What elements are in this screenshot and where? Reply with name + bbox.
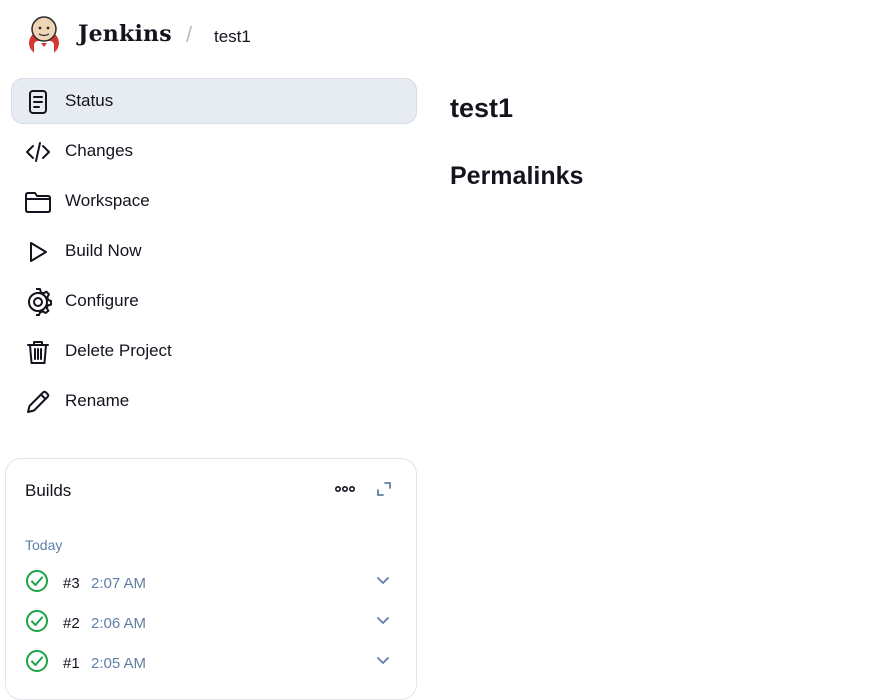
- sidebar-item-label: Workspace: [65, 191, 150, 210]
- page-title: test1: [450, 93, 514, 123]
- sidebar-item-label: Changes: [65, 141, 134, 160]
- build-row[interactable]: #2 2:06 AM: [6, 609, 416, 643]
- build-row[interactable]: #3 2:07 AM: [6, 569, 416, 603]
- trash-icon: [27, 341, 49, 364]
- sidebar-item-label: Build Now: [65, 241, 142, 260]
- expand-icon[interactable]: [376, 481, 392, 497]
- jenkins-logo-icon[interactable]: [26, 13, 62, 57]
- sidebar-item-label: Delete Project: [65, 341, 172, 360]
- build-time[interactable]: 2:05 AM: [91, 655, 146, 672]
- build-time[interactable]: 2:06 AM: [91, 615, 146, 632]
- app-brand[interactable]: Jenkins: [78, 21, 172, 47]
- chevron-down-icon[interactable]: [376, 653, 390, 667]
- sidebar-item-changes[interactable]: Changes: [11, 128, 417, 174]
- build-time[interactable]: 2:07 AM: [91, 575, 146, 592]
- code-icon: [26, 142, 50, 162]
- sidebar-item-status[interactable]: Status: [11, 78, 417, 124]
- pencil-icon: [27, 390, 50, 413]
- chevron-down-icon[interactable]: [376, 573, 390, 587]
- sidebar-item-label: Status: [65, 91, 114, 110]
- sidebar-item-rename[interactable]: Rename: [11, 378, 417, 424]
- sidebar-item-label: Rename: [65, 391, 130, 410]
- chevron-down-icon[interactable]: [376, 613, 390, 627]
- builds-group-label: Today: [25, 537, 63, 553]
- success-check-icon: [26, 650, 48, 672]
- play-icon: [30, 242, 47, 262]
- sidebar-item-delete-project[interactable]: Delete Project: [11, 328, 417, 374]
- folder-icon: [25, 192, 51, 213]
- page-header: Jenkins / test1: [0, 0, 879, 72]
- build-number[interactable]: #1: [63, 655, 80, 672]
- breadcrumb-separator: /: [186, 22, 193, 47]
- sidebar-item-workspace[interactable]: Workspace: [11, 178, 417, 224]
- success-check-icon: [26, 610, 48, 632]
- document-icon: [29, 90, 47, 114]
- sidebar: Status Changes Workspace Build Now Confi…: [11, 78, 417, 428]
- breadcrumb-item-test1[interactable]: test1: [214, 27, 251, 47]
- more-options-icon[interactable]: [332, 479, 358, 499]
- sidebar-item-build-now[interactable]: Build Now: [11, 228, 417, 274]
- build-number[interactable]: #3: [63, 575, 80, 592]
- builds-title: Builds: [25, 481, 72, 500]
- sidebar-item-label: Configure: [65, 291, 139, 310]
- gear-icon: [28, 288, 52, 316]
- builds-panel: Builds Today #3 2:07 AM #2 2:06 AM #1 2:…: [5, 458, 417, 700]
- build-number[interactable]: #2: [63, 615, 80, 632]
- sidebar-item-configure[interactable]: Configure: [11, 278, 417, 324]
- permalinks-heading: Permalinks: [450, 162, 584, 190]
- build-row[interactable]: #1 2:05 AM: [6, 649, 416, 683]
- success-check-icon: [26, 570, 48, 592]
